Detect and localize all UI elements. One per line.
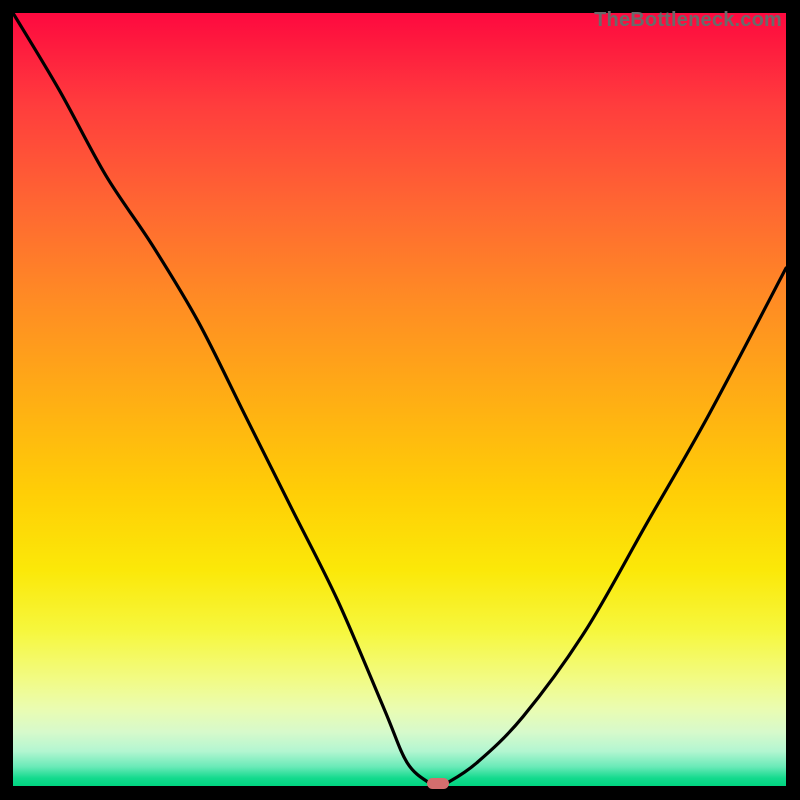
optimal-marker [427, 778, 449, 789]
chart-frame: TheBottleneck.com [13, 13, 786, 786]
bottleneck-curve [13, 13, 786, 786]
watermark: TheBottleneck.com [594, 9, 782, 32]
